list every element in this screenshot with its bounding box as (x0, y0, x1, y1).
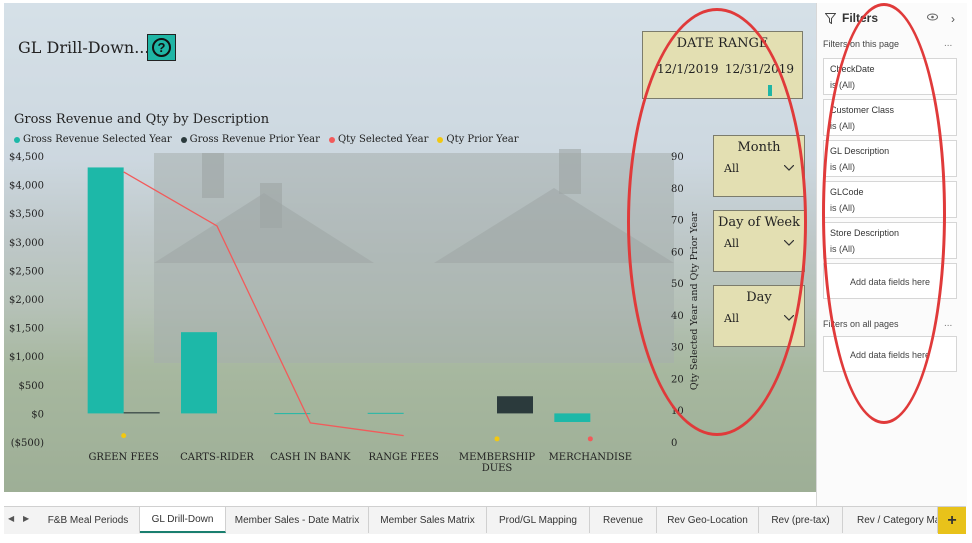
bar-green-fees-prior-year (123, 412, 160, 414)
qty-prior-year-point (121, 433, 127, 439)
tab-fb-meal-periods[interactable]: F&B Meal Periods (37, 507, 140, 533)
funnel-icon (825, 12, 836, 24)
y-left-tick-label: $1,500 (9, 324, 44, 335)
x-category-label: MEMBERSHIP (459, 452, 535, 463)
page-tab-bar: ◀ ▶ F&B Meal Periods GL Drill-Down Membe… (4, 506, 966, 534)
y-left-tick-label: $4,000 (9, 181, 44, 192)
qty-prior-year-point (494, 436, 500, 442)
eye-icon[interactable] (927, 13, 938, 21)
qty-selected-year-point (587, 436, 593, 442)
y-left-tick-label: $4,500 (9, 152, 44, 163)
more-options-icon[interactable]: ... (944, 38, 952, 49)
y-left-tick-label: $2,500 (9, 266, 44, 277)
y-left-tick-label: $0 (31, 409, 44, 420)
bar-merchandise-selected-year (554, 413, 591, 422)
red-annotation-ellipse (627, 8, 807, 436)
bar-cash-in-bank-selected-year (274, 413, 311, 415)
y-left-tick-label: $2,000 (9, 295, 44, 306)
more-options-icon[interactable]: ... (944, 318, 952, 329)
tab-rev-category-matrix[interactable]: Rev / Category Mat (843, 507, 938, 533)
chevron-right-icon[interactable]: › (951, 12, 955, 26)
y-right-tick-label: 0 (671, 438, 677, 449)
x-category-label: CARTS-RIDER (180, 452, 254, 463)
tab-revenue[interactable]: Revenue (590, 507, 657, 533)
y-left-tick-label: $3,500 (9, 209, 44, 220)
x-category-label: GREEN FEES (88, 452, 159, 463)
bar-range-fees-selected-year (367, 412, 404, 414)
y-left-tick-label: $500 (19, 381, 44, 392)
tab-rev-pre-tax[interactable]: Rev (pre-tax) (759, 507, 843, 533)
tab-prod-gl-mapping[interactable]: Prod/GL Mapping (487, 507, 590, 533)
qty-selected-year-line (123, 171, 404, 437)
tab-scroll-left-icon[interactable]: ◀ (8, 514, 14, 523)
x-category-label: DUES (482, 463, 513, 474)
x-category-label: RANGE FEES (368, 452, 439, 463)
tab-member-sales-date-matrix[interactable]: Member Sales - Date Matrix (226, 507, 369, 533)
tab-rev-geo-location[interactable]: Rev Geo-Location (657, 507, 759, 533)
tab-member-sales-matrix[interactable]: Member Sales Matrix (369, 507, 487, 533)
tab-gl-drill-down[interactable]: GL Drill-Down (140, 507, 226, 533)
x-category-label: MERCHANDISE (549, 452, 633, 463)
tab-scroll-right-icon[interactable]: ▶ (23, 514, 29, 523)
bar-membership-dues-prior-year (497, 396, 533, 414)
y-left-tick-label: $1,000 (9, 352, 44, 363)
x-category-label: CASH IN BANK (270, 452, 351, 463)
add-page-button[interactable]: + (938, 507, 966, 534)
red-annotation-ellipse (822, 3, 946, 424)
y-left-tick-label: ($500) (11, 438, 44, 449)
bar-carts-rider-selected-year (181, 332, 217, 414)
y-left-tick-label: $3,000 (9, 238, 44, 249)
bar-green-fees-selected-year (87, 167, 124, 414)
